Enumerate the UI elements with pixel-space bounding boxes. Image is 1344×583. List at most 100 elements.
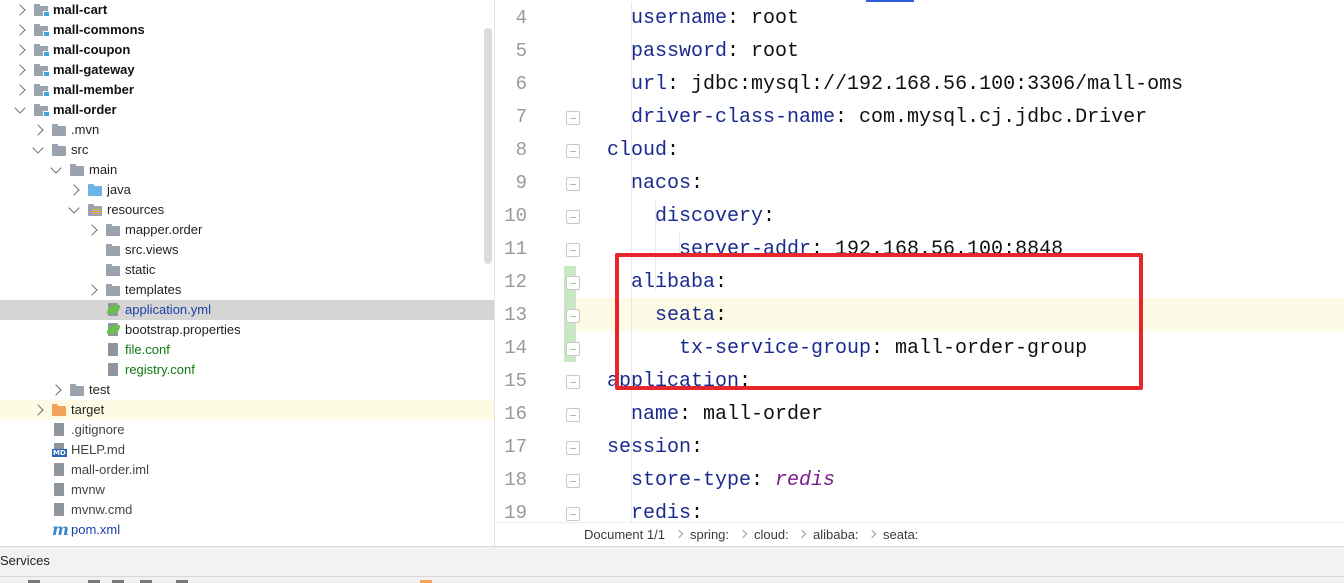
project-tree[interactable]: mall-cart mall-commons mall-coupon mall-gat… xyxy=(0,0,495,546)
fold-marker-icon[interactable] xyxy=(566,441,580,455)
tree-item-src[interactable]: src xyxy=(0,140,494,160)
chevron-right-icon[interactable] xyxy=(14,64,26,76)
chevron-right-icon[interactable] xyxy=(14,24,26,36)
line-number[interactable]: 17 xyxy=(496,431,527,464)
code-line[interactable]: store-type: redis xyxy=(631,464,835,497)
code-line[interactable]: password: root xyxy=(631,35,799,68)
line-number[interactable]: 11 xyxy=(496,233,527,266)
chevron-down-icon[interactable] xyxy=(32,142,44,154)
chevron-right-icon[interactable] xyxy=(86,224,98,236)
fold-marker-icon[interactable] xyxy=(566,375,580,389)
tree-scrollbar[interactable] xyxy=(484,28,492,264)
line-number[interactable]: 4 xyxy=(496,2,527,35)
chevron-right-icon[interactable] xyxy=(14,84,26,96)
code-line[interactable]: cloud: xyxy=(607,134,679,167)
fold-marker-icon[interactable] xyxy=(566,507,580,521)
breadcrumb-item[interactable]: spring: xyxy=(690,523,729,547)
code-line[interactable]: url: jdbc:mysql://192.168.56.100:3306/ma… xyxy=(631,68,1183,101)
services-panel-title[interactable]: Services xyxy=(0,553,50,568)
chevron-right-icon[interactable] xyxy=(32,404,44,416)
chevron-right-icon[interactable] xyxy=(50,384,62,396)
line-number[interactable]: 16 xyxy=(496,398,527,431)
chevron-right-icon[interactable] xyxy=(14,4,26,16)
line-number[interactable]: 8 xyxy=(496,134,527,167)
tree-item-target[interactable]: target xyxy=(0,400,494,420)
code-line[interactable]: username: root xyxy=(631,2,799,35)
tree-item-mvnw-cmd[interactable]: mvnw.cmd xyxy=(0,500,494,520)
tree-item-pom-xml[interactable]: m pom.xml xyxy=(0,520,494,540)
breadcrumb-item[interactable]: alibaba: xyxy=(813,523,859,547)
fold-marker-icon[interactable] xyxy=(566,177,580,191)
chevron-right-icon[interactable] xyxy=(32,124,44,136)
line-number[interactable]: 18 xyxy=(496,464,527,497)
fold-marker-icon[interactable] xyxy=(566,243,580,257)
code-line[interactable]: discovery: xyxy=(655,200,775,233)
tree-item-gitignore[interactable]: .gitignore xyxy=(0,420,494,440)
fold-marker-icon[interactable] xyxy=(566,210,580,224)
code-line[interactable]: name: mall-order xyxy=(631,398,823,431)
line-number[interactable]: 9 xyxy=(496,167,527,200)
fold-marker-icon[interactable] xyxy=(566,276,580,290)
line-number[interactable]: 10 xyxy=(496,200,527,233)
tree-item-mall-order-iml[interactable]: mall-order.iml xyxy=(0,460,494,480)
chevron-down-icon[interactable] xyxy=(50,162,62,174)
tree-item-help-md[interactable]: MD HELP.md xyxy=(0,440,494,460)
tree-item-templates[interactable]: templates xyxy=(0,280,494,300)
code-line[interactable]: nacos: xyxy=(631,167,703,200)
tree-item-java[interactable]: java xyxy=(0,180,494,200)
tree-item-application-yml[interactable]: application.yml xyxy=(0,300,494,320)
chevron-down-icon[interactable] xyxy=(68,202,80,214)
fold-marker-icon[interactable] xyxy=(566,111,580,125)
tree-item-mall-gateway[interactable]: mall-gateway xyxy=(0,60,494,80)
fold-marker-icon[interactable] xyxy=(566,309,580,323)
code-line[interactable]: redis: xyxy=(631,497,703,522)
line-number[interactable]: 14 xyxy=(496,332,527,365)
tree-item-main[interactable]: main xyxy=(0,160,494,180)
editor-breadcrumb[interactable]: Document 1/1 spring: cloud: alibaba: seata: xyxy=(496,522,1344,546)
chevron-right-icon[interactable] xyxy=(14,44,26,56)
code-line[interactable]: driver-class-name: com.mysql.cj.jdbc.Dri… xyxy=(631,101,1147,134)
line-number[interactable]: 5 xyxy=(496,35,527,68)
tree-item-bootstrap-properties[interactable]: bootstrap.properties xyxy=(0,320,494,340)
breadcrumb-document[interactable]: Document 1/1 xyxy=(584,523,665,547)
code-line[interactable]: application: xyxy=(607,365,751,398)
tree-item-mall-cart[interactable]: mall-cart xyxy=(0,0,494,20)
code-line[interactable]: alibaba: xyxy=(631,266,727,299)
code-line[interactable]: session: xyxy=(607,431,703,464)
tree-item-resources[interactable]: resources xyxy=(0,200,494,220)
chevron-right-icon[interactable] xyxy=(86,284,98,296)
code-line[interactable]: tx-service-group: mall-order-group xyxy=(679,332,1087,365)
line-number[interactable]: 13 xyxy=(496,299,527,332)
tree-item-static[interactable]: static xyxy=(0,260,494,280)
chevron-down-icon[interactable] xyxy=(14,102,26,114)
line-number[interactable]: 12 xyxy=(496,266,527,299)
code-line[interactable]: server-addr: 192.168.56.100:8848 xyxy=(679,233,1063,266)
tree-item-mall-coupon[interactable]: mall-coupon xyxy=(0,40,494,60)
tree-item-mall-commons[interactable]: mall-commons xyxy=(0,20,494,40)
services-panel[interactable]: Services xyxy=(0,546,1344,583)
tree-item-file-conf[interactable]: file.conf xyxy=(0,340,494,360)
fold-marker-icon[interactable] xyxy=(566,342,580,356)
code-line[interactable]: seata: xyxy=(655,299,727,332)
line-number[interactable]: 6 xyxy=(496,68,527,101)
code-editor[interactable]: 4 5 6 7 8 9 10 11 12 13 14 15 16 17 18 19 username: roo… xyxy=(496,0,1344,522)
tree-item-mapper-order[interactable]: mapper.order xyxy=(0,220,494,240)
tree-item-test[interactable]: test xyxy=(0,380,494,400)
fold-marker-icon[interactable] xyxy=(566,408,580,422)
services-toolbar[interactable] xyxy=(0,576,1344,583)
line-number[interactable]: 19 xyxy=(496,497,527,522)
tree-item-mall-order[interactable]: mall-order xyxy=(0,100,494,120)
editor-gutter[interactable]: 4 5 6 7 8 9 10 11 12 13 14 15 16 17 18 19 xyxy=(496,0,580,522)
line-number[interactable]: 7 xyxy=(496,101,527,134)
tree-item-mall-member[interactable]: mall-member xyxy=(0,80,494,100)
breadcrumb-item[interactable]: seata: xyxy=(883,523,918,547)
tree-item-mvnw[interactable]: mvnw xyxy=(0,480,494,500)
tree-item-registry-conf[interactable]: registry.conf xyxy=(0,360,494,380)
breadcrumb-item[interactable]: cloud: xyxy=(754,523,789,547)
tree-item-mvn[interactable]: .mvn xyxy=(0,120,494,140)
fold-marker-icon[interactable] xyxy=(566,144,580,158)
chevron-right-icon[interactable] xyxy=(68,184,80,196)
line-number[interactable]: 15 xyxy=(496,365,527,398)
tree-item-src-views[interactable]: src.views xyxy=(0,240,494,260)
fold-marker-icon[interactable] xyxy=(566,474,580,488)
